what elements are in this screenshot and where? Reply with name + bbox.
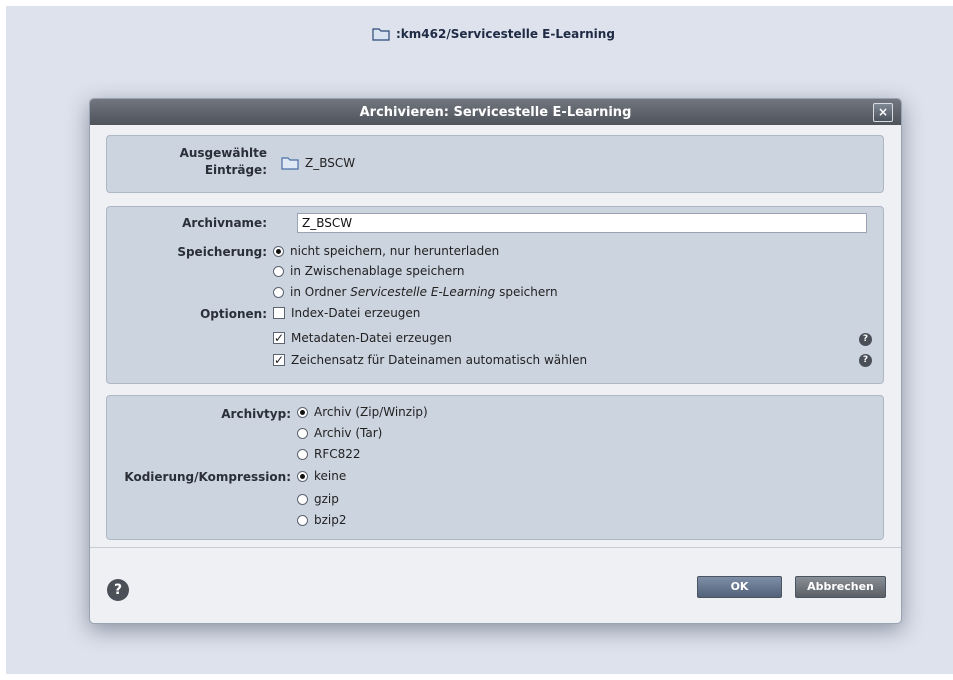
dialog-titlebar: Archivieren: Servicestelle E-Learning × [90, 99, 901, 125]
archive-type-panel: Archivtyp: Archiv (Zip/Winzip) Archiv (T… [106, 395, 884, 540]
archive-settings-panel: Archivname: Speicherung: nicht speichern… [106, 206, 884, 384]
radio-button[interactable] [297, 493, 308, 505]
checkbox-checked[interactable]: ✓ [273, 354, 285, 366]
selected-entries-panel: Ausgewählte Einträge: Z_BSCW [106, 135, 884, 193]
radio-button[interactable] [273, 286, 284, 298]
speicherung-option-folder[interactable]: in Ordner Servicestelle E-Learning speic… [273, 285, 558, 299]
radio-button-selected[interactable] [297, 406, 308, 418]
radio-button-selected[interactable] [273, 245, 284, 257]
archivename-input[interactable] [297, 213, 867, 233]
kodierung-option-gzip[interactable]: gzip [297, 492, 339, 506]
archivtyp-option-rfc822[interactable]: RFC822 [297, 447, 361, 461]
archivtyp-label: Archivtyp: [221, 407, 291, 421]
page-title: :km462/Servicestelle E-Learning [372, 24, 615, 44]
help-icon-metadata[interactable]: ? [859, 333, 872, 346]
help-icon[interactable]: ? [107, 579, 129, 601]
archivtyp-option-zip[interactable]: Archiv (Zip/Winzip) [297, 405, 428, 419]
checkbox-checked[interactable]: ✓ [273, 332, 285, 344]
radio-button[interactable] [297, 514, 308, 526]
dialog-title: Archivieren: Servicestelle E-Learning [359, 104, 632, 120]
selected-entry-name: Z_BSCW [305, 156, 356, 170]
checkbox-unchecked[interactable] [273, 307, 285, 319]
close-button[interactable]: × [873, 103, 893, 122]
speicherung-label: Speicherung: [177, 245, 267, 259]
speicherung-option-download[interactable]: nicht speichern, nur herunterladen [273, 244, 499, 258]
selected-entry[interactable]: Z_BSCW [281, 156, 355, 170]
radio-button[interactable] [273, 265, 284, 277]
cancel-button[interactable]: Abbrechen [795, 576, 886, 598]
selected-entries-label: Ausgewählte Einträge: [179, 146, 267, 177]
help-icon-charset[interactable]: ? [859, 354, 872, 367]
ok-button[interactable]: OK [697, 576, 782, 598]
option-index-file[interactable]: Index-Datei erzeugen [273, 306, 420, 320]
option-auto-charset[interactable]: ✓ Zeichensatz für Dateinamen automatisch… [273, 353, 587, 367]
option-metadata-file[interactable]: ✓ Metadaten-Datei erzeugen [273, 331, 452, 345]
speicherung-option-clipboard[interactable]: in Zwischenablage speichern [273, 264, 465, 278]
folder-icon [281, 157, 299, 170]
radio-button[interactable] [297, 427, 308, 439]
archive-dialog: Archivieren: Servicestelle E-Learning × … [89, 98, 902, 624]
footer-divider [90, 547, 901, 548]
optionen-label: Optionen: [200, 307, 267, 321]
kodierung-option-none[interactable]: keine [297, 469, 346, 483]
kodierung-label: Kodierung/Kompression: [124, 470, 291, 484]
archivtyp-option-tar[interactable]: Archiv (Tar) [297, 426, 382, 440]
radio-button[interactable] [297, 448, 308, 460]
archivename-label: Archivname: [182, 216, 267, 230]
kodierung-option-bzip2[interactable]: bzip2 [297, 513, 347, 527]
folder-path[interactable]: :km462/Servicestelle E-Learning [396, 27, 615, 41]
radio-button-selected[interactable] [297, 470, 308, 482]
folder-icon [372, 28, 390, 41]
